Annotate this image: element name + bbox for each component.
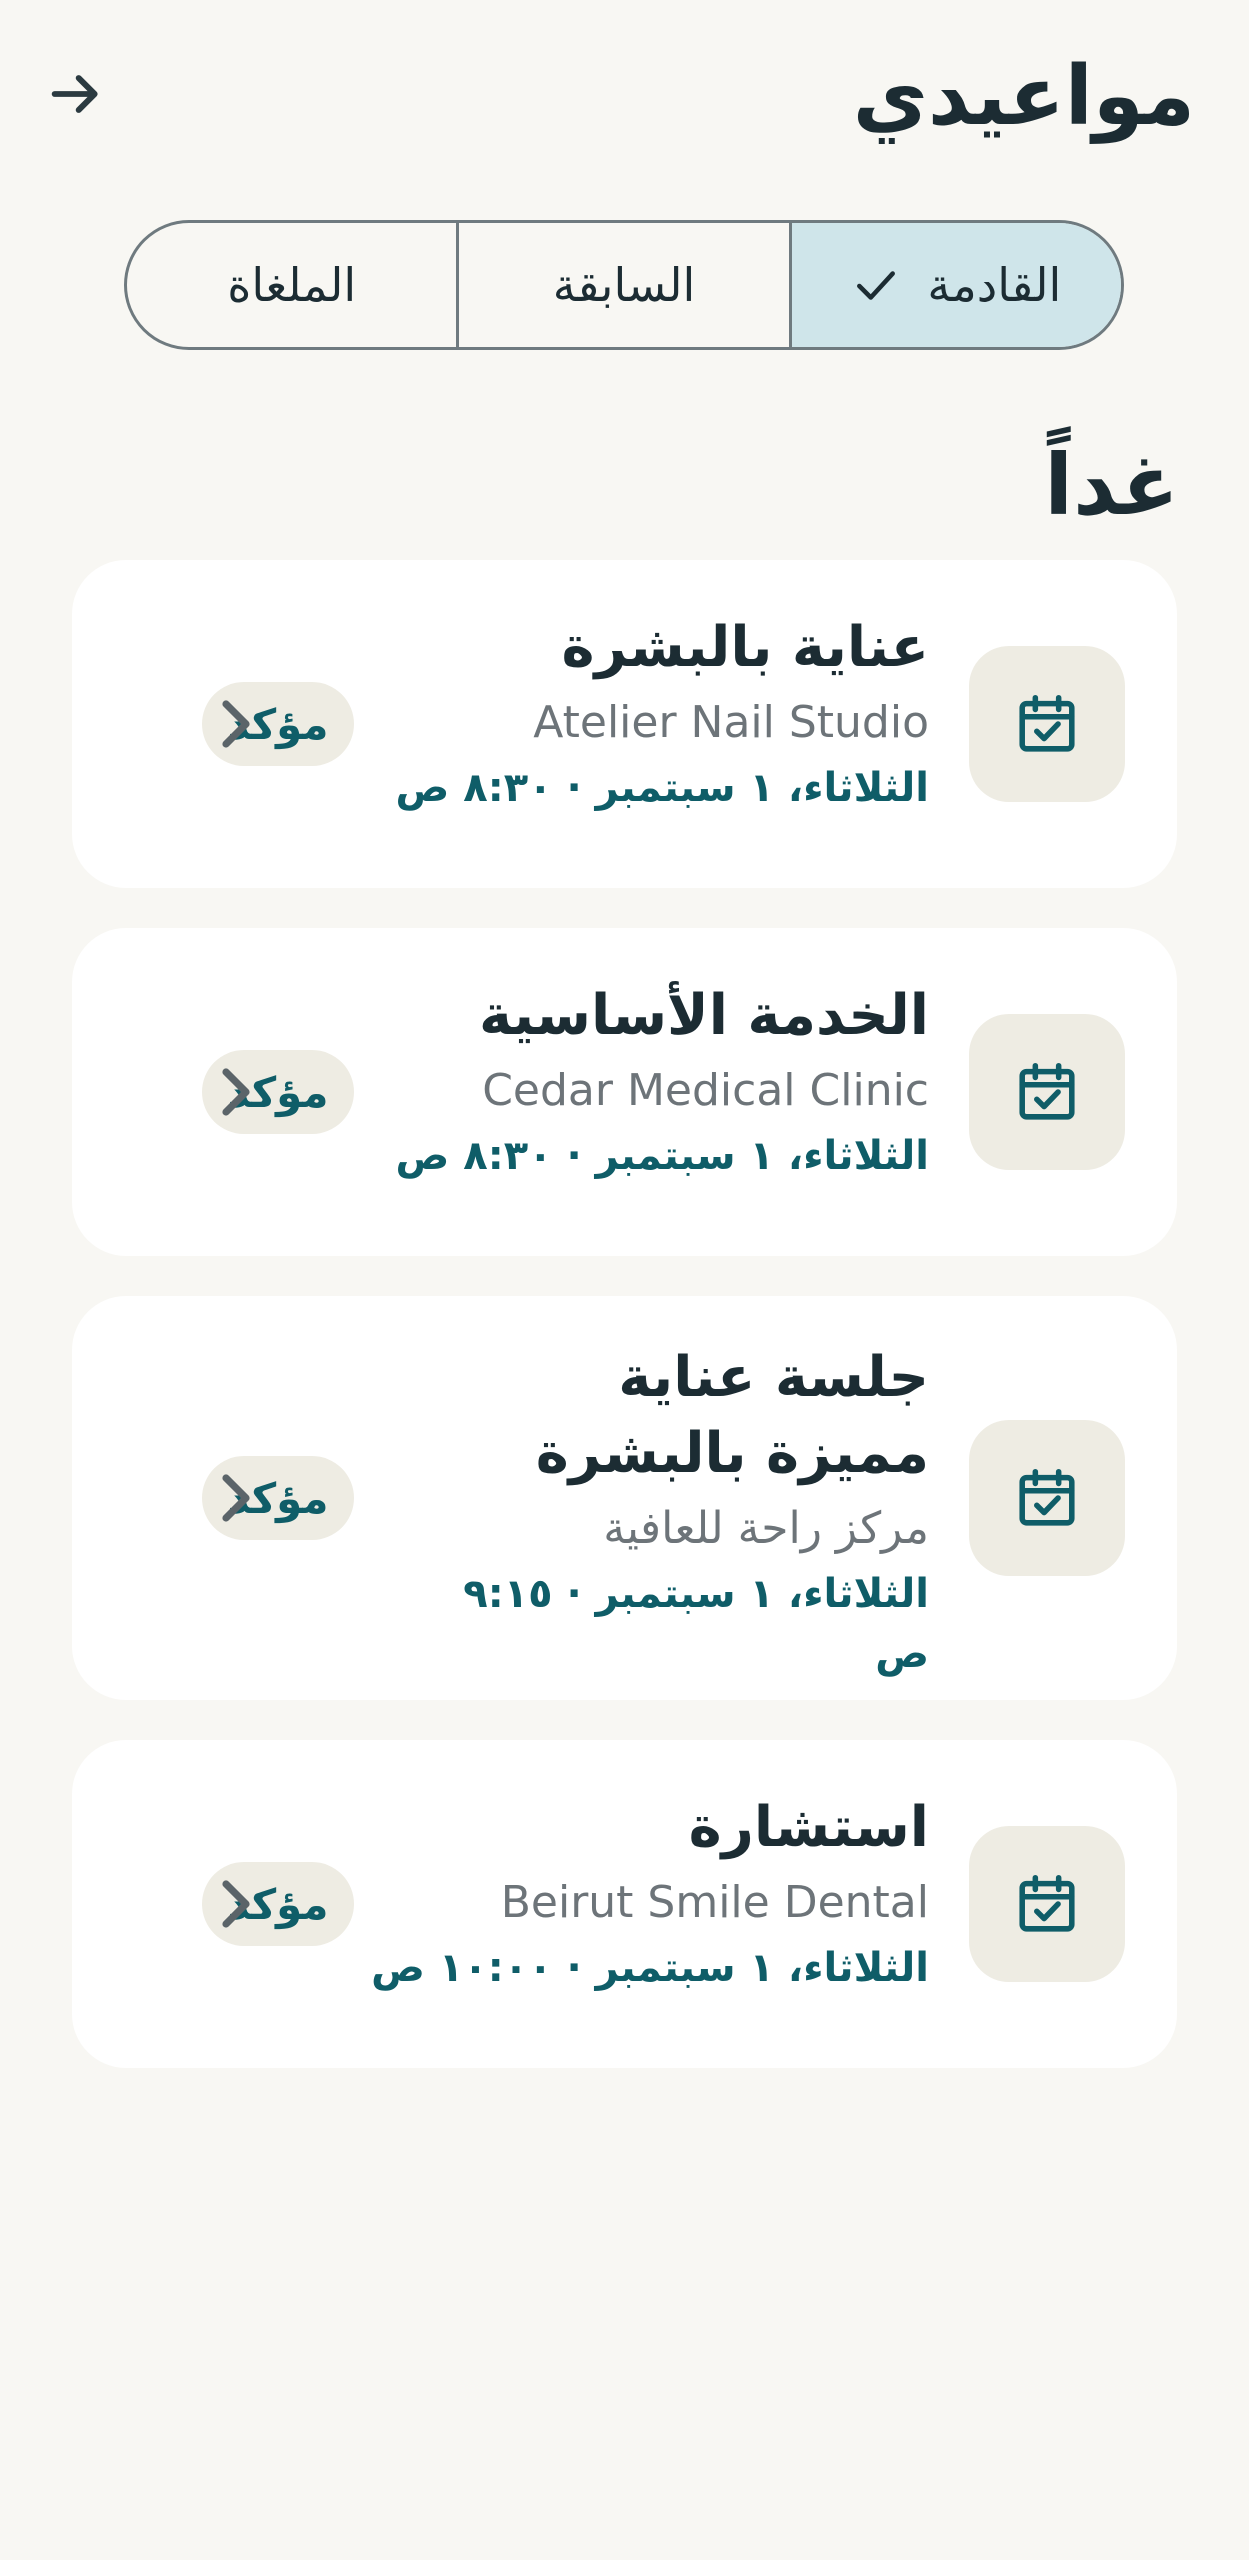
appointment-icon-box [969,1014,1125,1170]
calendar-check-icon [1019,1468,1075,1526]
back-button[interactable] [30,48,122,140]
chevron-left-icon [212,1062,256,1122]
tab-past-label: السابقة [552,258,696,312]
appointment-datetime: الثلاثاء، ١ سبتمبر · ٨:٣٠ ص [395,1133,929,1179]
appointment-title: استشارة [688,1795,929,1860]
tab-past[interactable]: السابقة [459,223,792,347]
appointment-icon-box [969,1826,1125,1982]
page-title: مواعيدي [852,49,1195,144]
chevron-left-icon [212,694,256,754]
calendar-check-icon [1019,1874,1075,1932]
appointment-venue: Cedar Medical Clinic [482,1065,929,1116]
appointment-title: عناية بالبشرة [561,615,929,680]
appointment-title: الخدمة الأساسية [479,983,929,1048]
tab-cancelled-label: الملغاة [227,258,357,312]
arrow-right-icon [51,75,98,113]
appointment-venue: Beirut Smile Dental [500,1877,929,1928]
appointment-card[interactable]: عناية بالبشرة Atelier Nail Studio الثلاث… [72,560,1177,888]
chevron-left-icon [212,1468,256,1528]
app-header: مواعيدي [0,0,1249,190]
chevron-left-icon [212,1874,256,1934]
appointment-details: عناية بالبشرة Atelier Nail Studio الثلاث… [369,610,929,818]
appointment-icon-box [969,646,1125,802]
appointment-card[interactable]: الخدمة الأساسية Cedar Medical Clinic الث… [72,928,1177,1256]
appointment-datetime: الثلاثاء، ١ سبتمبر · ١٠:٠٠ ص [371,1945,929,1991]
tab-upcoming[interactable]: القادمة [791,223,1121,347]
appointment-title: جلسة عناية مميزة بالبشرة [535,1345,929,1486]
appointment-card[interactable]: جلسة عناية مميزة بالبشرة مركز راحة للعاف… [72,1296,1177,1700]
appointment-datetime: الثلاثاء، ١ سبتمبر · ٩:١٥ ص [463,1571,929,1677]
appointment-datetime: الثلاثاء، ١ سبتمبر · ٨:٣٠ ص [395,765,929,811]
appointment-venue: مركز راحة للعافية [603,1503,929,1554]
appointment-details: استشارة Beirut Smile Dental الثلاثاء، ١ … [369,1790,929,1998]
tab-cancelled[interactable]: الملغاة [127,223,460,347]
check-icon [851,260,901,310]
appointment-icon-box [969,1420,1125,1576]
section-title-tomorrow: غداً [1044,436,1179,534]
appointments-tab-bar: القادمة السابقة الملغاة [124,220,1124,350]
appointment-details: جلسة عناية مميزة بالبشرة مركز راحة للعاف… [449,1340,929,1684]
tab-upcoming-label: القادمة [927,258,1062,312]
calendar-check-icon [1019,1062,1075,1120]
calendar-check-icon [1019,694,1075,752]
appointment-details: الخدمة الأساسية Cedar Medical Clinic الث… [369,978,929,1186]
appointment-venue: Atelier Nail Studio [533,697,929,748]
appointment-card[interactable]: استشارة Beirut Smile Dental الثلاثاء، ١ … [72,1740,1177,2068]
